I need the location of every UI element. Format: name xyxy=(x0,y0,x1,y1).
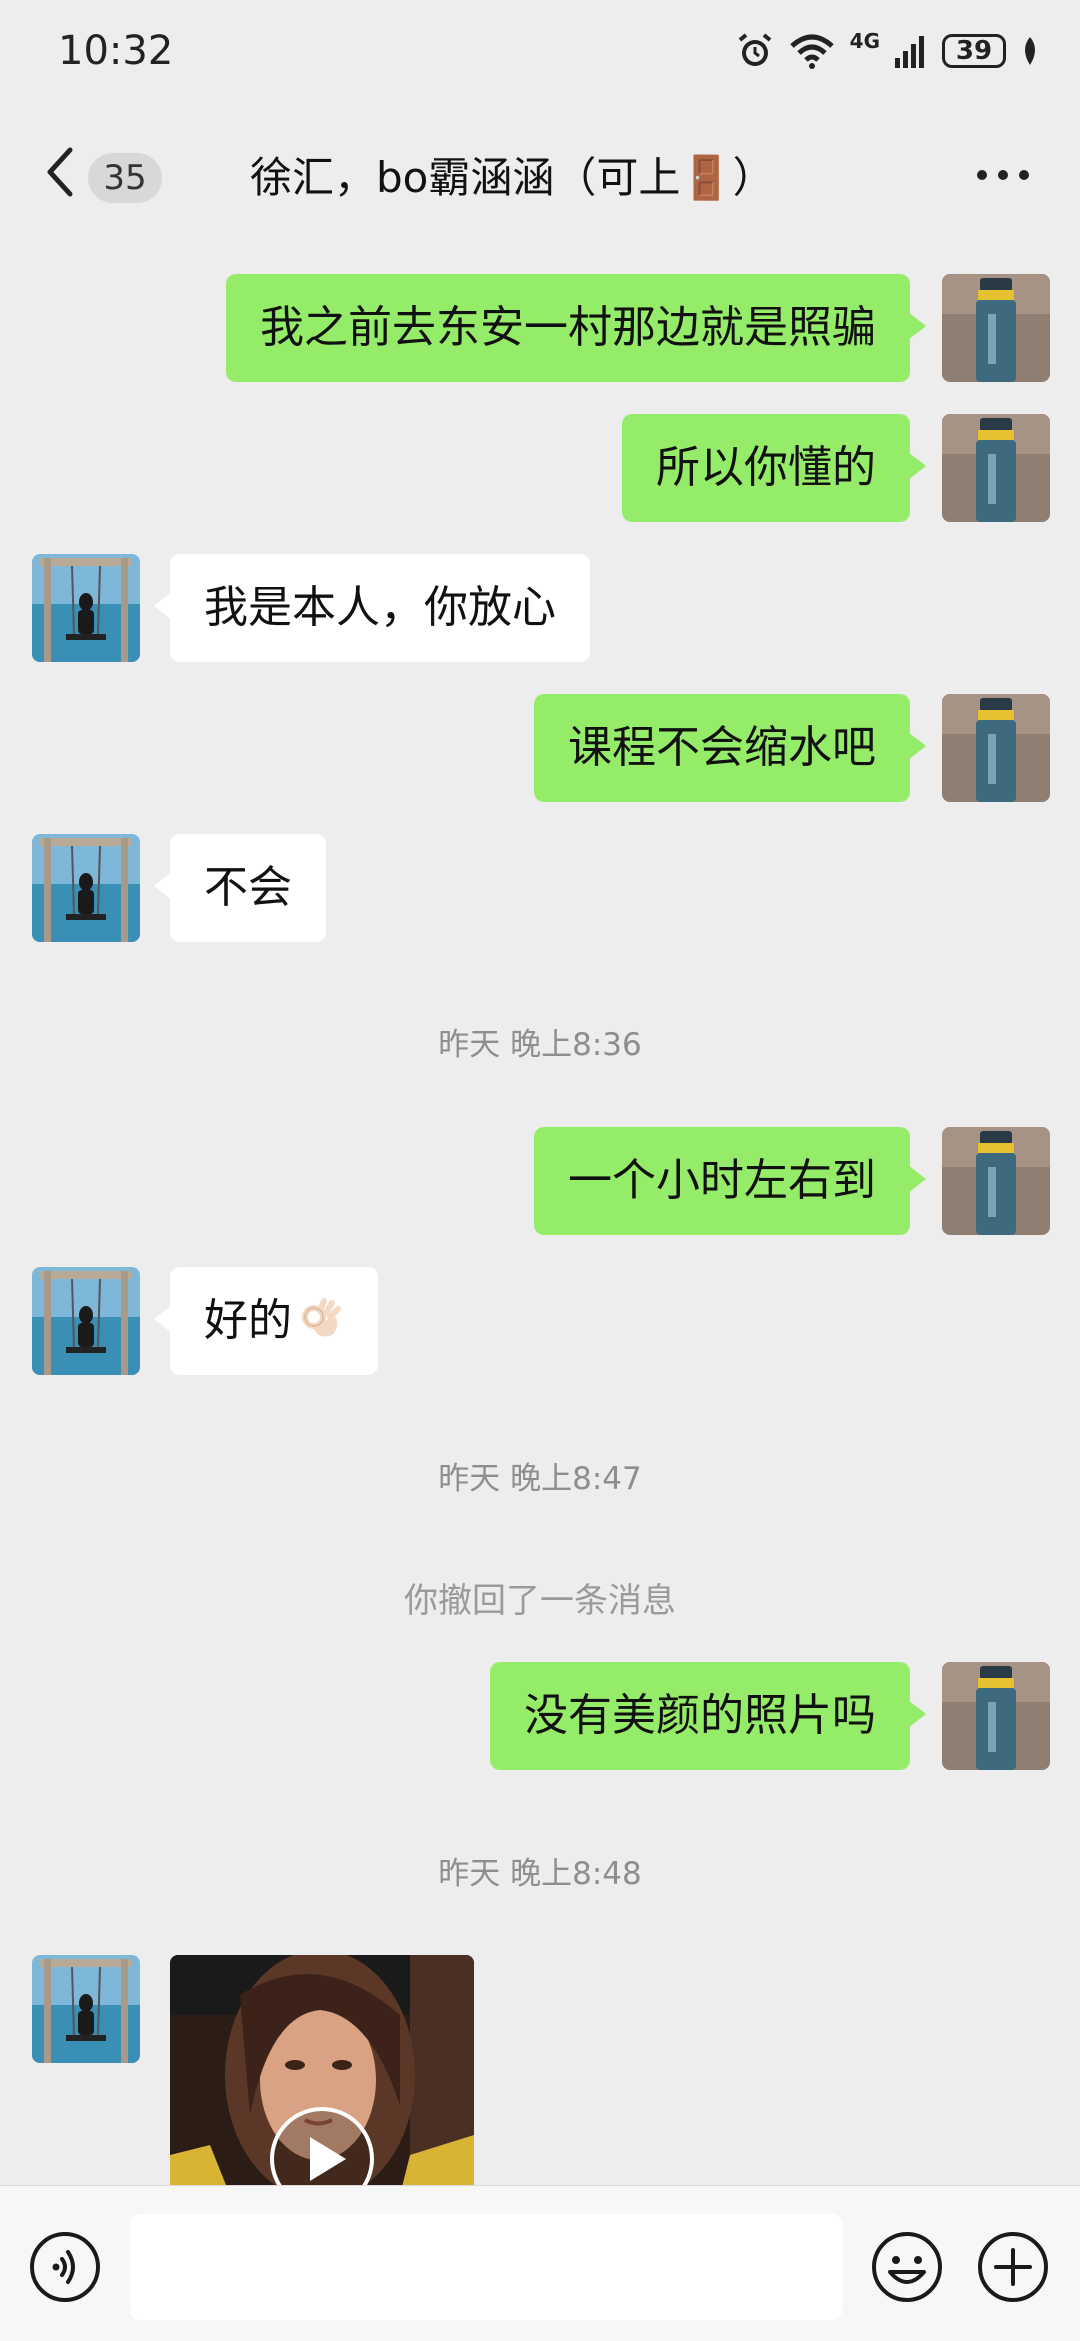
status-bar: 10:32 4G 39 xyxy=(0,0,1080,110)
recall-notice: 你撤回了一条消息 xyxy=(404,1581,676,1621)
self-avatar[interactable] xyxy=(942,1662,1050,1770)
video-message-thumbnail[interactable] xyxy=(170,1955,474,2185)
message-bubble-received[interactable]: 不会 xyxy=(154,834,326,942)
battery-indicator: 39 xyxy=(942,34,1006,68)
message-bubble-received[interactable]: 我是本人，你放心 xyxy=(154,554,590,662)
contact-avatar[interactable] xyxy=(32,1955,140,2063)
self-avatar[interactable] xyxy=(942,694,1050,802)
message-bubble-sent[interactable]: 课程不会缩水吧 xyxy=(534,694,926,802)
contact-avatar[interactable] xyxy=(32,554,140,662)
alarm-icon xyxy=(738,33,771,66)
message-bubble-sent[interactable]: 一个小时左右到 xyxy=(534,1127,926,1235)
self-avatar[interactable] xyxy=(942,1127,1050,1235)
message-bubble-sent[interactable]: 我之前去东安一村那边就是照骗 xyxy=(226,274,926,382)
message-bubble-sent[interactable]: 没有美颜的照片吗 xyxy=(490,1662,926,1770)
self-avatar[interactable] xyxy=(942,274,1050,382)
status-icons: 4G 39 xyxy=(736,29,1040,70)
network-type-label: 4G xyxy=(849,29,880,53)
status-time: 10:32 xyxy=(58,28,174,74)
message-timestamp: 昨天 晚上8:36 xyxy=(438,1027,642,1063)
chat-header: 35 徐汇，bo霸涵涵（可上🚪） xyxy=(0,110,1080,235)
message-bubble-sent[interactable]: 所以你懂的 xyxy=(622,414,926,522)
add-attachment-icon[interactable] xyxy=(976,2230,1050,2304)
message-text: 好的 xyxy=(204,1295,292,1346)
contact-avatar[interactable] xyxy=(32,834,140,942)
back-chevron-icon[interactable] xyxy=(40,144,80,200)
voice-input-icon[interactable] xyxy=(28,2230,102,2304)
contact-avatar[interactable] xyxy=(32,1267,140,1375)
play-icon[interactable] xyxy=(268,2105,376,2185)
message-input[interactable] xyxy=(130,2214,842,2320)
message-timestamp: 昨天 晚上8:48 xyxy=(438,1856,642,1892)
wifi-icon xyxy=(789,34,834,69)
emoji-icon[interactable] xyxy=(870,2230,944,2304)
ok-hand-emoji-icon xyxy=(302,1298,341,1337)
chat-title: 徐汇，bo霸涵涵（可上🚪） xyxy=(250,153,775,202)
more-options-icon[interactable] xyxy=(975,168,1031,182)
message-timestamp: 昨天 晚上8:47 xyxy=(438,1461,642,1497)
unread-count-badge[interactable]: 35 xyxy=(88,153,162,203)
message-bubble-received[interactable]: 好的 xyxy=(154,1267,378,1375)
message-input-bar xyxy=(0,2185,1080,2341)
chat-message-list[interactable]: 我之前去东安一村那边就是照骗 所以你懂的 我是本人，你放心 课程不会缩水吧 不会… xyxy=(0,235,1080,2185)
self-avatar[interactable] xyxy=(942,414,1050,522)
leaf-icon xyxy=(1025,37,1035,65)
signal-icon xyxy=(895,36,924,68)
